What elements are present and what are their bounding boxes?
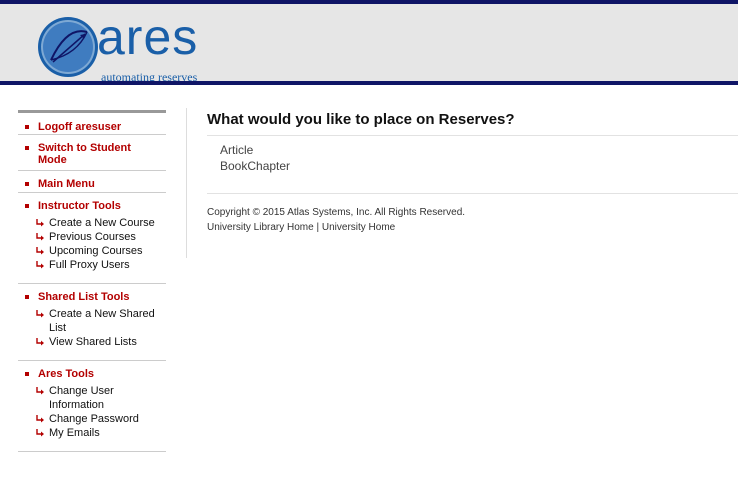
- header-banner: ares automating reserves: [0, 4, 738, 84]
- sidebar-section-main-menu: Main Menu: [18, 171, 166, 193]
- header-bottom-border: [0, 81, 738, 85]
- my-emails-label: My Emails: [49, 427, 100, 439]
- bullet-icon: [25, 372, 29, 376]
- sidebar-item-full-proxy-users[interactable]: Full Proxy Users: [18, 258, 166, 272]
- change-password-label: Change Password: [49, 413, 139, 425]
- full-proxy-users-label: Full Proxy Users: [49, 259, 130, 271]
- sidebar-section-switch: Switch to Student Mode: [18, 135, 166, 171]
- switch-to-student-mode-link[interactable]: Switch to Student Mode: [18, 142, 166, 166]
- sidebar-item-previous-courses[interactable]: Previous Courses: [18, 230, 166, 244]
- ares-logo[interactable]: ares automating reserves: [37, 12, 217, 84]
- arrow-icon: [36, 310, 44, 318]
- arrow-icon: [36, 387, 44, 395]
- main-menu-label: Main Menu: [38, 178, 95, 190]
- sidebar-item-change-user-info[interactable]: Change User Information: [18, 384, 166, 412]
- logoff-link[interactable]: Logoff aresuser: [18, 121, 166, 133]
- arrow-icon: [36, 415, 44, 423]
- university-home-link[interactable]: University Home: [322, 222, 395, 233]
- logoff-label: Logoff aresuser: [38, 121, 122, 133]
- bow-arrow-logo-icon: [38, 17, 98, 77]
- bullet-icon: [25, 125, 29, 129]
- change-user-info-label: Change User Information: [49, 385, 114, 411]
- bullet-icon: [25, 204, 29, 208]
- bullet-icon: [25, 146, 29, 150]
- instructor-tools-label: Instructor Tools: [38, 200, 121, 212]
- sidebar-section-logoff: Logoff aresuser: [18, 113, 166, 135]
- university-library-home-link[interactable]: University Library Home: [207, 222, 314, 233]
- bullet-icon: [25, 295, 29, 299]
- previous-courses-label: Previous Courses: [49, 231, 136, 243]
- copyright-text: Copyright © 2015 Atlas Systems, Inc. All…: [207, 207, 466, 218]
- upcoming-courses-label: Upcoming Courses: [49, 245, 143, 257]
- footer-links: University Library Home | University Hom…: [207, 220, 738, 235]
- sidebar-item-create-course[interactable]: Create a New Course: [18, 216, 166, 230]
- sidebar-section-shared: Shared List Tools Create a New Shared Li…: [18, 284, 166, 361]
- sidebar: Logoff aresuser Switch to Student Mode M…: [18, 110, 166, 452]
- sidebar-item-change-password[interactable]: Change Password: [18, 412, 166, 426]
- shared-list-tools-link[interactable]: Shared List Tools: [18, 291, 166, 303]
- footer-separator: |: [316, 222, 320, 233]
- logo-wordmark: ares: [97, 9, 199, 65]
- sidebar-divider: [186, 108, 187, 258]
- arrow-icon: [36, 338, 44, 346]
- sidebar-item-my-emails[interactable]: My Emails: [18, 426, 166, 440]
- arrow-icon: [36, 261, 44, 269]
- option-bookchapter-link[interactable]: BookChapter: [220, 158, 738, 174]
- view-shared-lists-label: View Shared Lists: [49, 336, 137, 348]
- sidebar-item-upcoming-courses[interactable]: Upcoming Courses: [18, 244, 166, 258]
- sidebar-section-ares: Ares Tools Change User Information Chang…: [18, 361, 166, 452]
- arrow-icon: [36, 233, 44, 241]
- main-menu-link[interactable]: Main Menu: [18, 178, 166, 190]
- instructor-tools-link[interactable]: Instructor Tools: [18, 200, 166, 212]
- sidebar-item-create-shared-list[interactable]: Create a New Shared List: [18, 307, 166, 335]
- sidebar-section-instructor: Instructor Tools Create a New Course Pre…: [18, 193, 166, 284]
- page-title: What would you like to place on Reserves…: [207, 111, 515, 128]
- ares-tools-label: Ares Tools: [38, 368, 95, 380]
- main-content: What would you like to place on Reserves…: [207, 110, 738, 235]
- sidebar-item-view-shared-lists[interactable]: View Shared Lists: [18, 335, 166, 349]
- option-article-link[interactable]: Article: [220, 142, 738, 158]
- create-course-label: Create a New Course: [49, 217, 155, 229]
- bullet-icon: [25, 182, 29, 186]
- shared-list-tools-label: Shared List Tools: [38, 291, 130, 303]
- arrow-icon: [36, 247, 44, 255]
- arrow-icon: [36, 219, 44, 227]
- ares-tools-link[interactable]: Ares Tools: [18, 368, 166, 380]
- create-shared-list-label: Create a New Shared List: [49, 308, 155, 334]
- switch-mode-label: Switch to Student Mode: [38, 142, 131, 166]
- arrow-icon: [36, 429, 44, 437]
